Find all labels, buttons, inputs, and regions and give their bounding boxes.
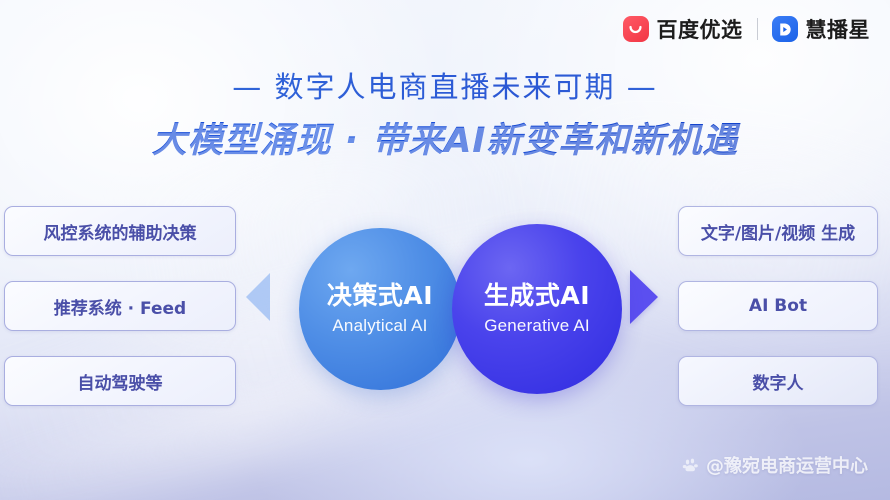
list-item[interactable]: 推荐系统 · Feed bbox=[4, 281, 236, 331]
watermark-label: @豫宛电商运营中心 bbox=[706, 456, 868, 477]
circle-generative-ai-en: Generative AI bbox=[484, 316, 590, 336]
watermark: @豫宛电商运营中心 bbox=[682, 452, 868, 478]
logo-divider bbox=[756, 18, 758, 40]
baidu-smile-icon bbox=[622, 16, 649, 42]
circle-analytical-ai[interactable]: 决策式AI Analytical AI bbox=[299, 228, 461, 390]
logo-baidu-youxuan: 百度优选 bbox=[622, 14, 743, 44]
logo-bar: 百度优选 慧播星 bbox=[622, 14, 871, 44]
list-item[interactable]: 文字/图片/视频 生成 bbox=[678, 206, 878, 256]
logo-baidu-youxuan-label: 百度优选 bbox=[656, 18, 743, 42]
right-capability-list: 文字/图片/视频 生成 AI Bot 数字人 bbox=[678, 206, 878, 406]
logo-huibostar: 慧播星 bbox=[771, 14, 871, 44]
circle-analytical-ai-cn: 决策式AI bbox=[326, 280, 434, 310]
list-item[interactable]: 自动驾驶等 bbox=[4, 356, 236, 406]
slide-title: 大模型涌现 · 带来AI新变革和新机遇 bbox=[0, 112, 890, 163]
circle-generative-ai-cn: 生成式AI bbox=[483, 280, 591, 310]
logo-huibostar-label: 慧播星 bbox=[805, 18, 870, 42]
circle-analytical-ai-en: Analytical AI bbox=[332, 316, 428, 336]
circle-generative-ai[interactable]: 生成式AI Generative AI bbox=[452, 224, 622, 394]
list-item[interactable]: AI Bot bbox=[678, 281, 878, 331]
list-item[interactable]: 风控系统的辅助决策 bbox=[4, 206, 236, 256]
slide-canvas: 百度优选 慧播星 — 数字人电商直播未来可期 — 大模型涌现 · 带来AI新变革… bbox=[0, 0, 890, 500]
baidu-paw-icon bbox=[682, 456, 701, 475]
left-capability-list: 风控系统的辅助决策 推荐系统 · Feed 自动驾驶等 bbox=[4, 206, 236, 406]
slide-subtitle: — 数字人电商直播未来可期 — bbox=[0, 64, 890, 106]
left-chevron-icon bbox=[246, 273, 270, 321]
right-triangle-icon bbox=[630, 270, 658, 324]
list-item[interactable]: 数字人 bbox=[678, 356, 878, 406]
huibo-play-icon bbox=[771, 16, 798, 42]
